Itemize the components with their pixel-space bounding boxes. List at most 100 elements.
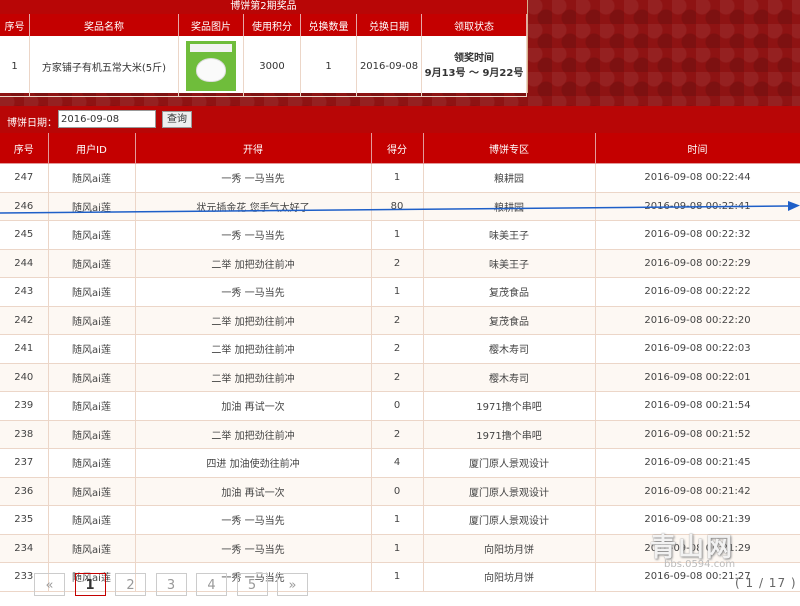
claim-title: 领奖时间 (454, 53, 494, 64)
cell-no: 236 (0, 477, 49, 506)
cell-score: 4 (371, 448, 424, 478)
date-filter-input[interactable] (58, 110, 156, 128)
cell-score: 0 (371, 477, 424, 506)
cell-time: 2016-09-08 00:21:54 (595, 391, 800, 421)
prev-page-button[interactable]: « (34, 573, 65, 596)
cell-time: 2016-09-08 00:22:03 (595, 334, 800, 364)
table-row: 247 随风ai莲 一秀 一马当先 1 粮耕园 2016-09-08 00:22:44 (0, 163, 800, 193)
prize-image-cell (178, 36, 244, 97)
date-filter-label: 博饼日期： (7, 118, 57, 129)
cell-result: 四进 加油使劲往前冲 (135, 448, 372, 478)
col-zone: 博饼专区 (423, 133, 596, 164)
cell-result: 一秀 一马当先 (135, 277, 372, 307)
prize-date: 2016-09-08 (356, 36, 422, 97)
prize-index: 1 (0, 36, 30, 97)
cell-user: 随风ai莲 (48, 306, 136, 335)
cell-result: 二举 加把劲往前冲 (135, 334, 372, 364)
prize-panel-title: 博饼第2期奖品 (0, 0, 527, 14)
cell-no: 242 (0, 306, 49, 335)
prize-name: 方家铺子有机五常大米(5斤) (29, 36, 179, 97)
cell-result: 一秀 一马当先 (135, 220, 372, 250)
cell-zone: 1971撸个串吧 (423, 391, 596, 421)
prize-table-header: 序号 奖品名称 奖品图片 使用积分 兑换数量 兑换日期 领取状态 (0, 14, 527, 36)
records-header: 序号 用户ID 开得 得分 博饼专区 时间 (0, 133, 800, 164)
cell-no: 234 (0, 534, 49, 563)
pagination: « 1 2 3 4 5 » (34, 573, 314, 596)
page-count: ( 1 / 17 ) (735, 576, 797, 590)
prize-table: 序号 奖品名称 奖品图片 使用积分 兑换数量 兑换日期 领取状态 1 方家铺子有… (0, 14, 527, 97)
cell-user: 随风ai莲 (48, 163, 136, 193)
query-button[interactable]: 查询 (162, 111, 192, 128)
cell-result: 二举 加把劲往前冲 (135, 420, 372, 449)
cell-time: 2016-09-08 00:21:45 (595, 448, 800, 478)
cell-score: 2 (371, 334, 424, 364)
prize-col-name: 奖品名称 (29, 14, 179, 36)
prize-quantity: 1 (300, 36, 357, 97)
col-result: 开得 (135, 133, 372, 164)
cell-result: 一秀 一马当先 (135, 505, 372, 535)
cell-time: 2016-09-08 00:22:32 (595, 220, 800, 250)
cell-user: 随风ai莲 (48, 391, 136, 421)
cell-time: 2016-09-08 00:21:42 (595, 477, 800, 506)
table-row: 238 随风ai莲 二举 加把劲往前冲 2 1971撸个串吧 2016-09-08 00:… (0, 420, 800, 449)
table-row: 246 随风ai莲 状元插金花 您手气太好了 80 粮耕园 2016-09-08 00:2… (0, 192, 800, 221)
cell-zone: 复茂食品 (423, 277, 596, 307)
col-score: 得分 (371, 133, 424, 164)
cell-zone: 复茂食品 (423, 306, 596, 335)
page-2-button[interactable]: 2 (115, 573, 146, 596)
cell-zone: 厦门原人景观设计 (423, 448, 596, 478)
cell-score: 1 (371, 220, 424, 250)
cell-user: 随风ai莲 (48, 249, 136, 278)
table-row: 241 随风ai莲 二举 加把劲往前冲 2 樱木寿司 2016-09-08 00:22:0… (0, 334, 800, 364)
cell-no: 246 (0, 192, 49, 221)
cell-zone: 味美王子 (423, 249, 596, 278)
cell-time: 2016-09-08 00:22:22 (595, 277, 800, 307)
cell-time: 2016-09-08 00:21:52 (595, 420, 800, 449)
cell-no: 247 (0, 163, 49, 193)
cell-result: 二举 加把劲往前冲 (135, 306, 372, 335)
cell-result: 加油 再试一次 (135, 477, 372, 506)
page-4-button[interactable]: 4 (196, 573, 227, 596)
cell-zone: 向阳坊月饼 (423, 534, 596, 563)
table-row: 240 随风ai莲 二举 加把劲往前冲 2 樱木寿司 2016-09-08 00:22:0… (0, 363, 800, 392)
cell-zone: 厦门原人景观设计 (423, 505, 596, 535)
cell-score: 80 (371, 192, 424, 221)
cell-score: 2 (371, 249, 424, 278)
cell-no: 244 (0, 249, 49, 278)
cell-result: 二举 加把劲往前冲 (135, 249, 372, 278)
prize-panel: 博饼第2期奖品 序号 奖品名称 奖品图片 使用积分 兑换数量 兑换日期 领取状态… (0, 0, 528, 97)
records-table: 序号 用户ID 开得 得分 博饼专区 时间 247 随风ai莲 一秀 一马当先 1 粮耕… (0, 133, 800, 592)
prize-col-date: 兑换日期 (356, 14, 422, 36)
cell-score: 1 (371, 562, 424, 592)
cell-no: 243 (0, 277, 49, 307)
prize-col-status: 领取状态 (421, 14, 527, 36)
cell-score: 1 (371, 277, 424, 307)
cell-score: 2 (371, 420, 424, 449)
cell-user: 随风ai莲 (48, 334, 136, 364)
page-5-button[interactable]: 5 (236, 573, 268, 596)
cell-no: 245 (0, 220, 49, 250)
table-row: 244 随风ai莲 二举 加把劲往前冲 2 味美王子 2016-09-08 00:22:2… (0, 249, 800, 278)
page-3-button[interactable]: 3 (155, 573, 187, 596)
cell-zone: 向阳坊月饼 (423, 562, 596, 592)
cell-no: 239 (0, 391, 49, 421)
cell-zone: 1971撸个串吧 (423, 420, 596, 449)
prize-col-quantity: 兑换数量 (300, 14, 357, 36)
cell-zone: 樱木寿司 (423, 363, 596, 392)
cell-time: 2016-09-08 00:22:44 (595, 163, 800, 193)
cell-user: 随风ai莲 (48, 363, 136, 392)
cell-user: 随风ai莲 (48, 277, 136, 307)
cell-score: 2 (371, 363, 424, 392)
watermark-url: bbs.0594.com (664, 559, 736, 570)
page-1-button[interactable]: 1 (74, 573, 106, 596)
next-page-button[interactable]: » (277, 573, 308, 596)
cell-result: 加油 再试一次 (135, 391, 372, 421)
cell-zone: 粮耕园 (423, 163, 596, 193)
filter-bar: 博饼日期： 查询 (0, 106, 800, 133)
rice-bag-image[interactable] (186, 41, 236, 91)
cell-no: 237 (0, 448, 49, 478)
table-row: 243 随风ai莲 一秀 一马当先 1 复茂食品 2016-09-08 00:22:22 (0, 277, 800, 307)
cell-result: 一秀 一马当先 (135, 163, 372, 193)
cell-user: 随风ai莲 (48, 477, 136, 506)
cell-zone: 樱木寿司 (423, 334, 596, 364)
